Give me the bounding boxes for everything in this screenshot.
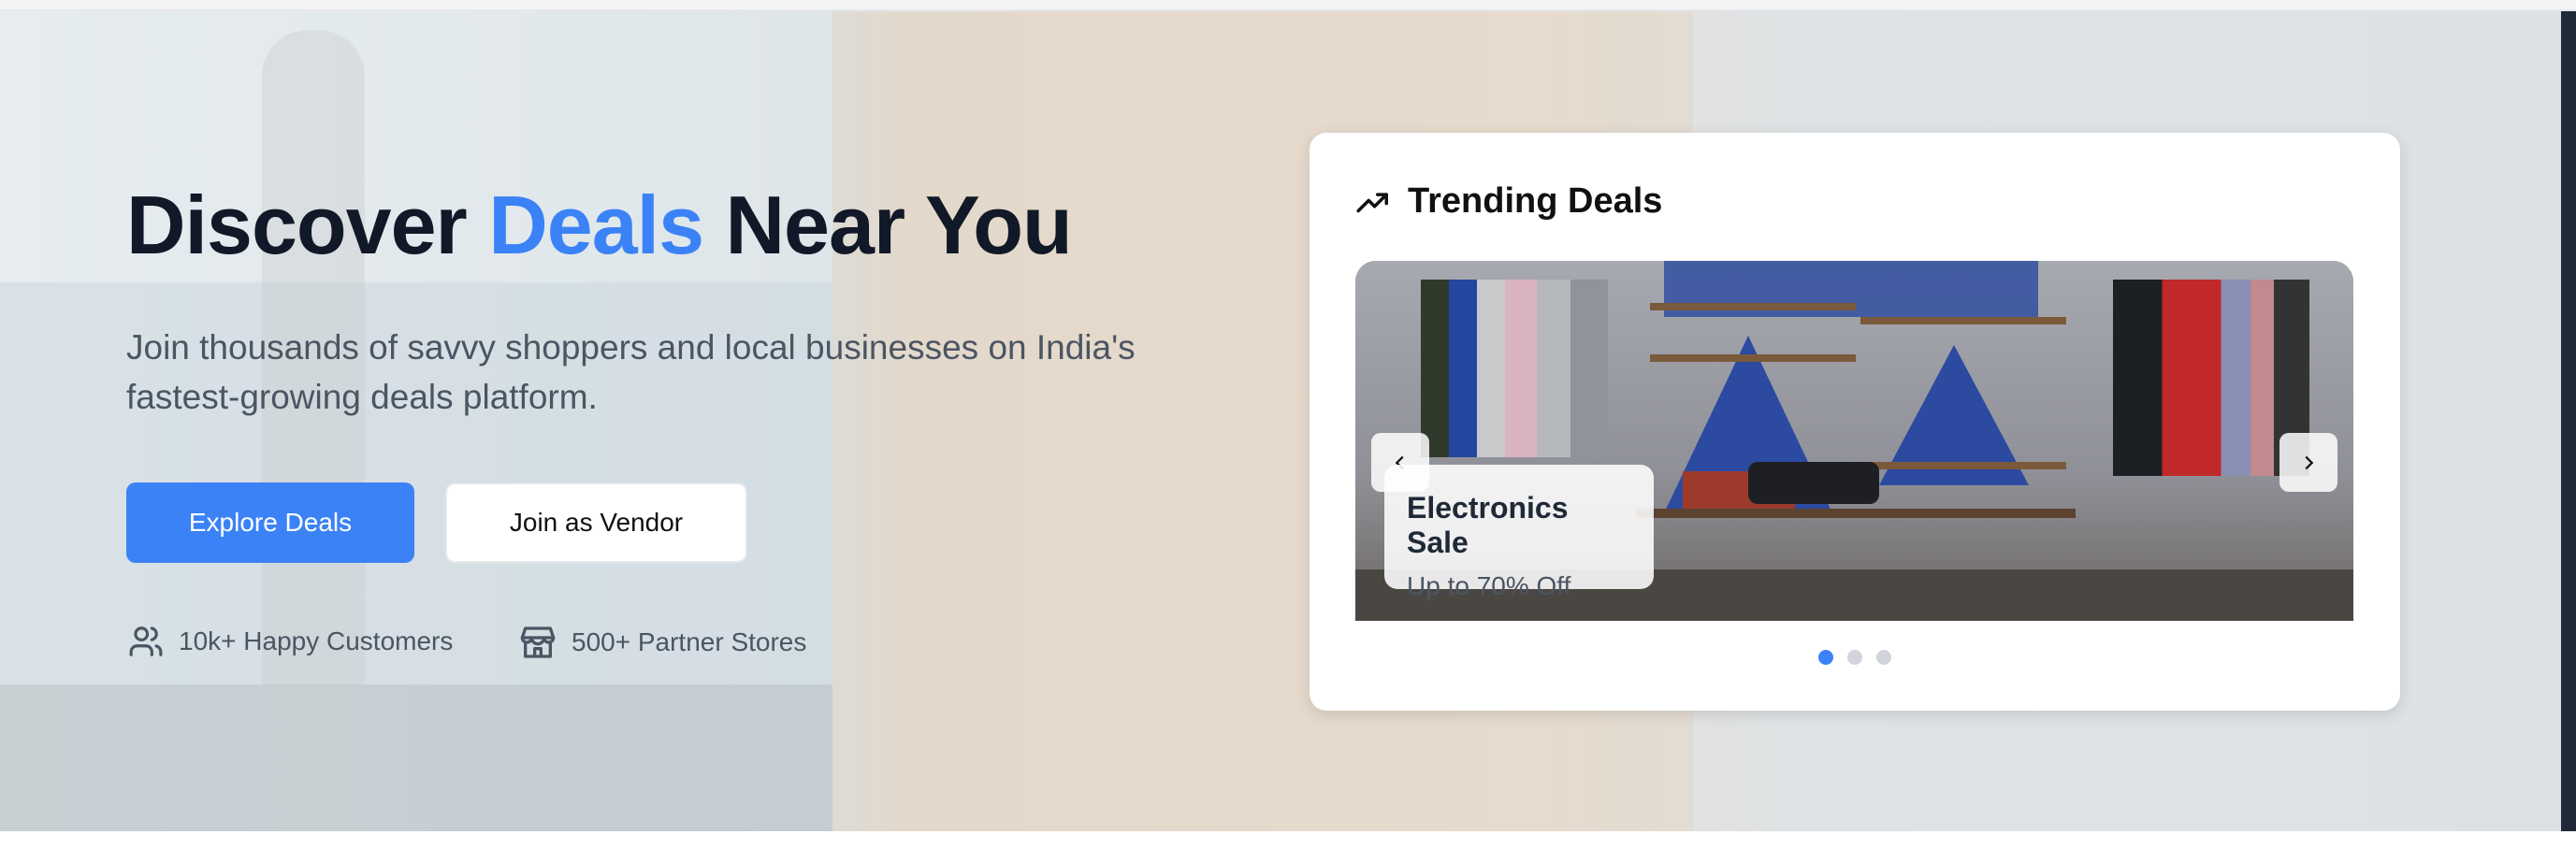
store-icon	[520, 626, 556, 658]
top-border	[0, 0, 2576, 11]
card-header: Trending Deals	[1355, 181, 1662, 222]
carousel-dots	[1310, 650, 2400, 665]
scrollbar[interactable]	[2561, 11, 2576, 831]
users-icon	[129, 626, 163, 656]
hero-subtitle: Join thousands of savvy shoppers and loc…	[126, 328, 1136, 416]
carousel-dot-2[interactable]	[1847, 650, 1862, 665]
title-text: Discover	[126, 179, 489, 271]
chevron-right-icon	[2305, 455, 2314, 469]
carousel-dot-1[interactable]	[1818, 650, 1833, 665]
stat-label: 10k+ Happy Customers	[179, 626, 454, 655]
carousel-dot-3[interactable]	[1876, 650, 1891, 665]
page-title: Discover Deals Near You	[126, 178, 1073, 273]
trending-up-icon	[1356, 192, 1388, 212]
carousel-next-button[interactable]	[2279, 433, 2337, 492]
stat-label: 500+ Partner Stores	[572, 627, 807, 656]
join-as-vendor-button[interactable]: Join as Vendor	[445, 482, 747, 563]
card-title: Trending Deals	[1408, 181, 1663, 221]
explore-deals-button[interactable]: Explore Deals	[126, 482, 414, 563]
slide-title: Electronics Sale	[1407, 491, 1569, 559]
stat-stores: 500+ Partner Stores	[519, 624, 806, 661]
deal-carousel-image[interactable]: Electronics Sale Up to 70% Off	[1355, 261, 2353, 621]
background-image	[0, 684, 832, 831]
slide-subtitle: Up to 70% Off	[1407, 571, 1571, 600]
stat-customers: 10k+ Happy Customers	[128, 624, 453, 659]
page-bottom	[0, 831, 2576, 849]
trending-deals-card: Trending Deals Electronics Sale Up to 70…	[1310, 133, 2400, 711]
title-text: Near You	[703, 179, 1072, 271]
title-accent: Deals	[488, 179, 704, 271]
slide-caption: Electronics Sale Up to 70% Off	[1384, 465, 1654, 600]
